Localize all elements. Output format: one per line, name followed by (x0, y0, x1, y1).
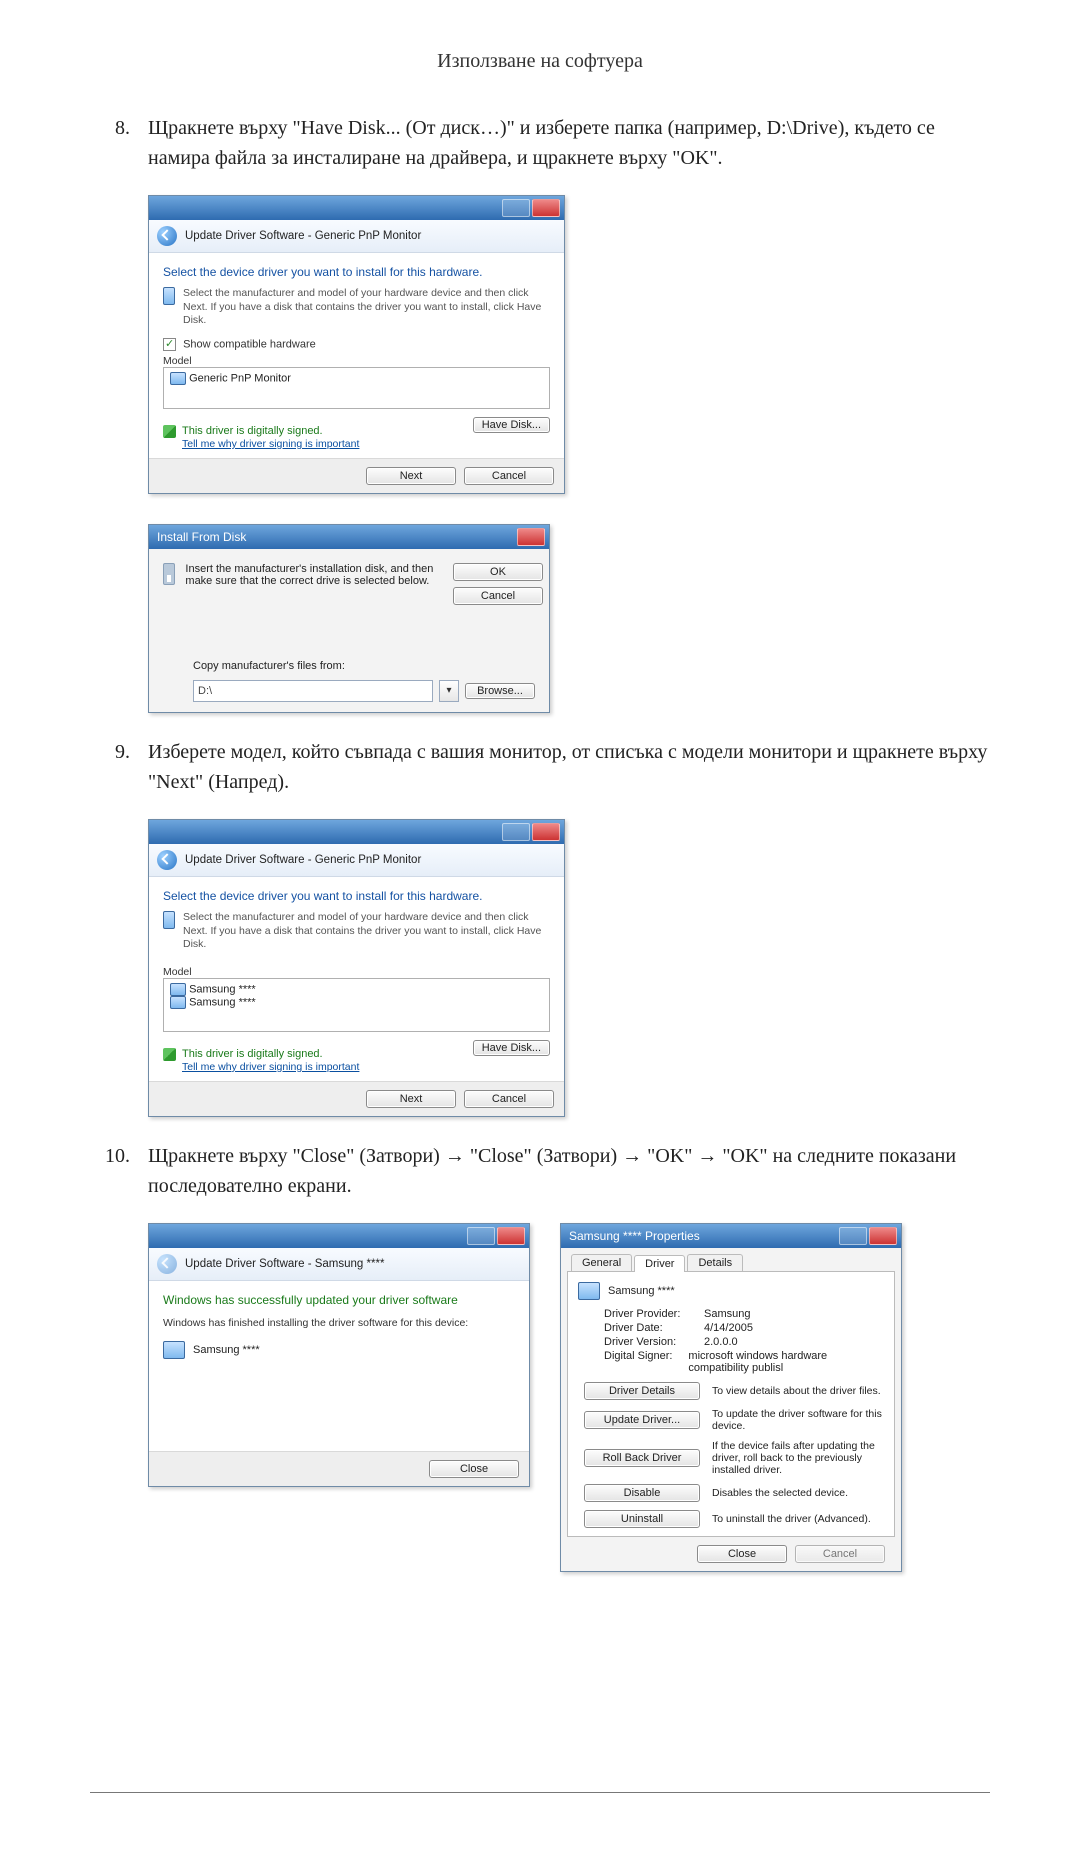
step-10: 10. Щракнете върху "Close" (Затвори) → "… (90, 1141, 990, 1211)
model-list[interactable]: Generic PnP Monitor (163, 367, 550, 409)
dialog-update-success: Update Driver Software - Samsung **** Wi… (148, 1223, 530, 1487)
footer-rule (90, 1792, 990, 1793)
cancel-button[interactable]: Cancel (453, 587, 543, 605)
copy-label: Copy manufacturer's files from: (193, 660, 535, 672)
cancel-button[interactable]: Cancel (464, 1090, 554, 1108)
dropdown-icon[interactable] (439, 680, 459, 702)
close-icon[interactable] (517, 528, 545, 546)
show-compatible-checkbox[interactable]: ✓ Show compatible hardware (163, 338, 550, 351)
dialog-title: Samsung **** Properties (569, 1229, 700, 1243)
dialog-title: Install From Disk (157, 530, 246, 544)
titlebar (149, 196, 564, 220)
page-title: Използване на софтуера (90, 50, 990, 73)
hint-text: Select the manufacturer and model of you… (183, 911, 550, 952)
back-icon[interactable] (157, 226, 177, 246)
back-icon (157, 1254, 177, 1274)
dialog-update-driver: Update Driver Software - Generic PnP Mon… (148, 195, 565, 494)
dialog-update-driver-models: Update Driver Software - Generic PnP Mon… (148, 819, 565, 1117)
signed-status: This driver is digitally signed. (163, 425, 359, 438)
step-text: Щракнете върху "Have Disk... (От диск…)"… (148, 113, 990, 183)
instruction-text: Select the device driver you want to ins… (163, 265, 550, 279)
signer-value: microsoft windows hardware compatibility… (688, 1350, 884, 1374)
tab-driver[interactable]: Driver (634, 1255, 685, 1272)
breadcrumb: Update Driver Software - Generic PnP Mon… (185, 230, 421, 242)
success-headline: Windows has successfully updated your dr… (163, 1293, 515, 1307)
cancel-button: Cancel (795, 1545, 885, 1563)
step-number: 8. (90, 113, 148, 183)
provider-value: Samsung (704, 1308, 750, 1320)
monitor-icon (578, 1282, 600, 1300)
close-icon[interactable] (532, 823, 560, 841)
rollback-button[interactable]: Roll Back Driver (584, 1449, 700, 1467)
ok-button[interactable]: OK (453, 563, 543, 581)
back-icon[interactable] (157, 850, 177, 870)
step-8: 8. Щракнете върху "Have Disk... (От диск… (90, 113, 990, 183)
step-number: 9. (90, 737, 148, 807)
model-label: Model (163, 966, 550, 978)
dialog-install-from-disk: Install From Disk Insert the manufacture… (148, 524, 550, 713)
close-icon[interactable] (532, 199, 560, 217)
disable-desc: Disables the selected device. (712, 1487, 884, 1499)
have-disk-button[interactable]: Have Disk... (473, 1040, 550, 1056)
dialog-device-properties: Samsung **** Properties General Driver D… (560, 1223, 902, 1572)
rollback-desc: If the device fails after updating the d… (712, 1440, 884, 1476)
update-driver-button[interactable]: Update Driver... (584, 1411, 700, 1429)
success-sub: Windows has finished installing the driv… (163, 1317, 515, 1329)
step-text: Изберете модел, който съвпада с вашия мо… (148, 737, 990, 807)
device-name: Samsung **** (193, 1344, 260, 1356)
breadcrumb: Update Driver Software - Samsung **** (185, 1258, 384, 1270)
monitor-icon (163, 911, 175, 929)
provider-label: Driver Provider: (604, 1308, 694, 1320)
breadcrumb: Update Driver Software - Generic PnP Mon… (185, 854, 421, 866)
step-number: 10. (90, 1141, 148, 1211)
tab-details[interactable]: Details (687, 1254, 743, 1271)
shield-icon (163, 425, 176, 438)
signed-status: This driver is digitally signed. (163, 1048, 359, 1061)
date-label: Driver Date: (604, 1322, 694, 1334)
model-label: Model (163, 355, 550, 367)
close-icon[interactable] (869, 1227, 897, 1245)
close-icon[interactable] (497, 1227, 525, 1245)
date-value: 4/14/2005 (704, 1322, 753, 1334)
minimize-icon[interactable] (502, 823, 530, 841)
browse-button[interactable]: Browse... (465, 683, 535, 699)
next-button[interactable]: Next (366, 1090, 456, 1108)
shield-icon (163, 1048, 176, 1061)
uninstall-desc: To uninstall the driver (Advanced). (712, 1513, 884, 1525)
minimize-icon[interactable] (502, 199, 530, 217)
tab-general[interactable]: General (571, 1254, 632, 1271)
signing-link[interactable]: Tell me why driver signing is important (182, 1061, 359, 1073)
floppy-icon (163, 563, 175, 585)
instruction-text: Select the device driver you want to ins… (163, 889, 550, 903)
step-text: Щракнете върху "Close" (Затвори) → "Clos… (148, 1141, 990, 1211)
path-input[interactable]: D:\ (193, 680, 433, 702)
details-desc: To view details about the driver files. (712, 1385, 884, 1397)
ifd-text: Insert the manufacturer's installation d… (185, 563, 443, 587)
minimize-icon[interactable] (467, 1227, 495, 1245)
help-icon[interactable] (839, 1227, 867, 1245)
signer-label: Digital Signer: (604, 1350, 678, 1374)
cancel-button[interactable]: Cancel (464, 467, 554, 485)
update-desc: To update the driver software for this d… (712, 1408, 884, 1432)
close-button[interactable]: Close (429, 1460, 519, 1478)
version-label: Driver Version: (604, 1336, 694, 1348)
signing-link[interactable]: Tell me why driver signing is important (182, 438, 359, 450)
device-name: Samsung **** (608, 1285, 675, 1297)
next-button[interactable]: Next (366, 467, 456, 485)
model-list[interactable]: Samsung **** Samsung **** (163, 978, 550, 1032)
driver-details-button[interactable]: Driver Details (584, 1382, 700, 1400)
step-9: 9. Изберете модел, който съвпада с вашия… (90, 737, 990, 807)
hint-text: Select the manufacturer and model of you… (183, 287, 550, 328)
close-button[interactable]: Close (697, 1545, 787, 1563)
uninstall-button[interactable]: Uninstall (584, 1510, 700, 1528)
monitor-icon (163, 287, 175, 305)
disable-button[interactable]: Disable (584, 1484, 700, 1502)
have-disk-button[interactable]: Have Disk... (473, 417, 550, 433)
monitor-icon (163, 1341, 185, 1359)
version-value: 2.0.0.0 (704, 1336, 738, 1348)
